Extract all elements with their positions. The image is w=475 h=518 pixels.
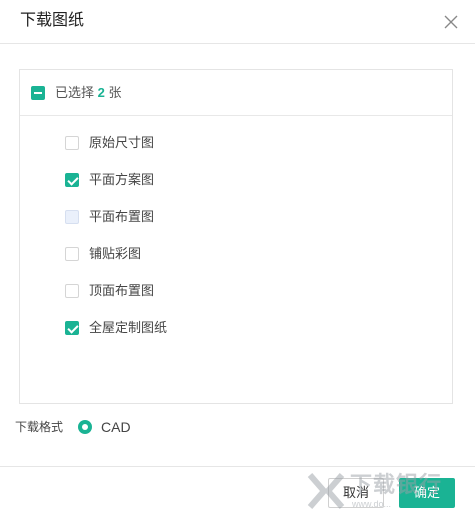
drawing-item[interactable]: 全屋定制图纸 — [65, 318, 265, 338]
close-icon[interactable] — [441, 12, 461, 32]
drawing-item[interactable]: 平面方案图 — [65, 170, 265, 190]
select-all-checkbox[interactable] — [31, 86, 45, 100]
drawing-label: 原始尺寸图 — [89, 135, 155, 150]
selection-summary: 已选择 2 张 — [20, 70, 452, 116]
drawing-checkbox[interactable] — [65, 173, 79, 187]
drawing-label: 平面布置图 — [89, 209, 155, 224]
dialog-header: 下载图纸 — [0, 0, 475, 44]
drawing-label: 铺贴彩图 — [89, 246, 142, 261]
drawing-item[interactable]: 顶面布置图 — [65, 281, 265, 301]
selection-prefix: 已选择 — [55, 85, 95, 100]
drawing-label: 全屋定制图纸 — [89, 320, 168, 335]
format-label: 下载格式 — [15, 420, 64, 434]
drawing-item[interactable]: 平面布置图 — [65, 207, 265, 227]
drawing-selection-panel: 已选择 2 张 原始尺寸图 平面方案图 平面布置图 铺贴彩图 顶面布置图 全屋定… — [19, 69, 453, 404]
drawing-checkbox[interactable] — [65, 284, 79, 298]
download-drawings-dialog: 下载图纸 已选择 2 张 原始尺寸图 平面方案图 平面布置图 铺贴彩图 顶面布置… — [0, 0, 475, 518]
drawing-checkbox[interactable] — [65, 136, 79, 150]
cancel-button[interactable]: 取消 — [328, 478, 384, 508]
drawing-item[interactable]: 铺贴彩图 — [65, 244, 265, 264]
cad-radio-label[interactable]: CAD — [101, 418, 131, 436]
drawing-item[interactable]: 原始尺寸图 — [65, 133, 265, 153]
cad-radio[interactable] — [78, 420, 92, 434]
selection-count-text: 已选择 2 张 — [55, 85, 122, 101]
selection-suffix: 张 — [108, 85, 122, 100]
dialog-title: 下载图纸 — [20, 12, 85, 29]
dialog-footer: 取消 确定 — [0, 466, 475, 518]
selection-count: 2 — [97, 85, 105, 100]
drawing-checkbox[interactable] — [65, 210, 79, 224]
drawing-checkbox[interactable] — [65, 247, 79, 261]
drawing-label: 平面方案图 — [89, 172, 155, 187]
download-format-row: 下载格式 CAD — [15, 417, 315, 437]
drawing-checkbox[interactable] — [65, 321, 79, 335]
drawing-label: 顶面布置图 — [89, 283, 155, 298]
confirm-button[interactable]: 确定 — [399, 478, 455, 508]
